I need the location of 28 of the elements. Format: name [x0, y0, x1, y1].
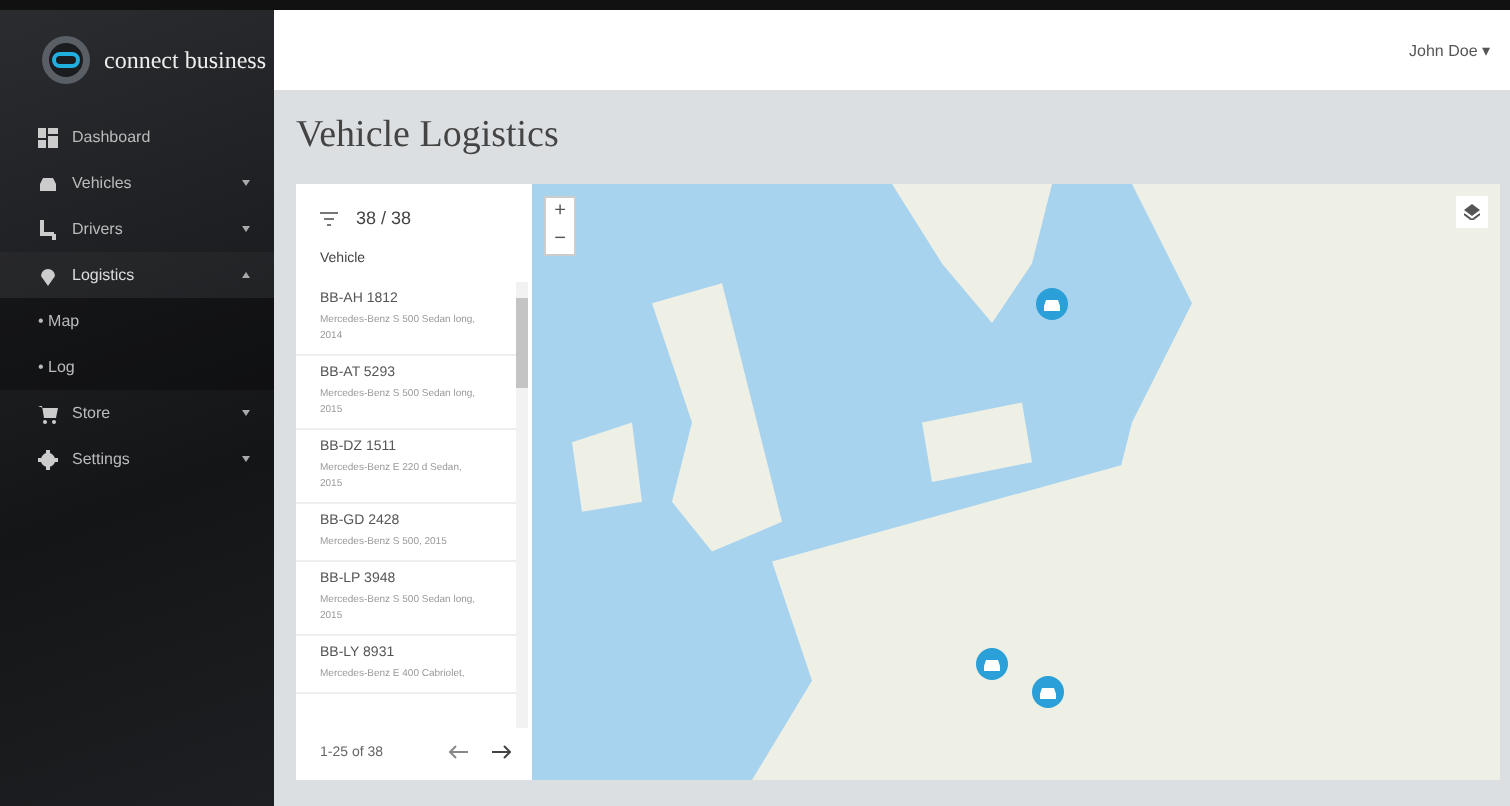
page-title: Vehicle Logistics — [296, 114, 561, 158]
previous-arrow-icon[interactable] — [448, 744, 468, 760]
nav-item[interactable]: Logistics — [0, 252, 274, 298]
dashboard-icon — [38, 127, 58, 147]
user-menu[interactable]: John Doe ▾ — [1409, 41, 1490, 59]
scrollbar[interactable] — [516, 282, 528, 728]
brand-name: connect business — [104, 45, 266, 75]
layers-button[interactable] — [1456, 196, 1488, 228]
layers-icon — [1464, 204, 1480, 220]
cart-icon — [38, 403, 58, 423]
car-marker-icon[interactable] — [1032, 676, 1064, 708]
car-marker-icon[interactable] — [1036, 288, 1068, 320]
nav-item[interactable]: Vehicles — [0, 160, 274, 206]
nav-item[interactable]: Drivers — [0, 206, 274, 252]
vehicle-count: 38 / 38 — [356, 208, 412, 228]
next-arrow-icon[interactable] — [492, 744, 512, 760]
nav-item[interactable]: Settings — [0, 436, 274, 482]
nav-item[interactable]: Store — [0, 390, 274, 436]
filter-icon[interactable] — [320, 211, 338, 225]
nav-item[interactable]: Dashboard — [0, 114, 274, 160]
car-icon — [38, 173, 58, 193]
logo-icon — [40, 34, 92, 86]
seat-icon — [38, 219, 58, 239]
nav-subitem[interactable]: • Map — [0, 298, 274, 344]
location-pin-icon — [38, 265, 58, 285]
car-marker-icon[interactable] — [976, 648, 1008, 680]
nav-subitem[interactable]: • Log — [0, 344, 274, 390]
settings-icon — [38, 449, 58, 469]
